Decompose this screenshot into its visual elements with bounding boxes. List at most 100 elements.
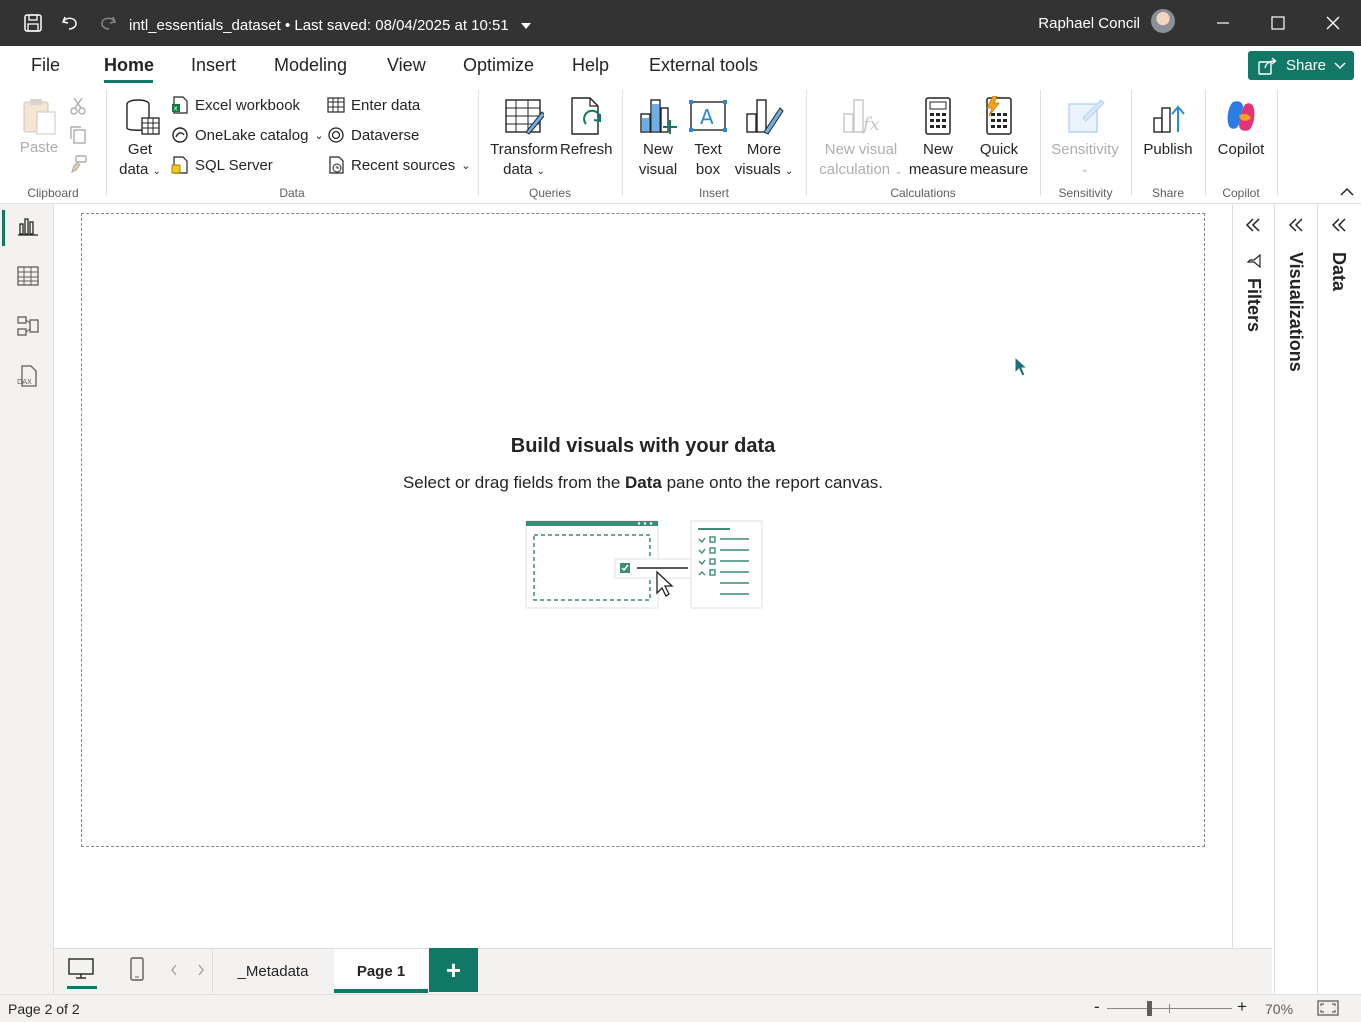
saved-status: • Last saved: 08/04/2025 at 10:51	[284, 17, 509, 34]
share-button[interactable]: Share	[1248, 51, 1354, 80]
quick-measure-button[interactable]: Quick measure	[968, 95, 1030, 180]
get-data-label-1: Get	[127, 141, 153, 158]
save-icon[interactable]	[21, 11, 45, 35]
publish-button[interactable]: Publish	[1140, 96, 1196, 160]
enter-data-button[interactable]: Enter data	[327, 96, 420, 114]
chevron-down-icon: ⌄	[1080, 164, 1090, 175]
fit-to-page-icon[interactable]	[1317, 1000, 1339, 1019]
visual-calculation-icon: fx	[841, 96, 881, 136]
scroll-right-icon[interactable]	[197, 963, 205, 981]
visualizations-pane-collapsed[interactable]: Visualizations	[1274, 204, 1317, 994]
sensitivity-button[interactable]: Sensitivity ⌄	[1048, 96, 1122, 180]
text-box-label-1: Text	[694, 141, 722, 158]
new-visual-calculation-button[interactable]: fx New visual calculation ⌄	[818, 96, 904, 182]
status-bar: Page 2 of 2 - + 70%	[0, 994, 1361, 1022]
visualizations-pane-label: Visualizations	[1286, 252, 1306, 372]
report-view-icon[interactable]	[17, 216, 39, 238]
copilot-button[interactable]: Copilot	[1212, 96, 1270, 160]
group-calculations-label: Calculations	[890, 186, 956, 200]
mobile-layout-icon[interactable]	[128, 956, 146, 987]
text-box-button[interactable]: A Text box	[686, 96, 730, 180]
expand-filters-icon[interactable]	[1245, 218, 1261, 237]
recent-sources-button[interactable]: Recent sources ⌄	[327, 156, 470, 174]
tab-modeling[interactable]: Modeling	[274, 55, 347, 76]
separator	[1131, 90, 1132, 196]
document-title[interactable]: intl_essentials_dataset • Last saved: 08…	[129, 17, 531, 34]
group-share-label: Share	[1151, 186, 1185, 200]
format-painter-icon[interactable]	[68, 154, 88, 179]
refresh-button[interactable]: Refresh	[560, 96, 613, 160]
zoom-in-button[interactable]: +	[1237, 997, 1247, 1017]
undo-icon[interactable]	[58, 11, 82, 35]
group-queries-label: Queries	[528, 186, 572, 200]
copy-icon[interactable]	[68, 125, 88, 150]
group-data-label: Data	[279, 186, 305, 200]
selected-layout-indicator	[67, 986, 97, 989]
more-visuals-button[interactable]: More visuals ⌄	[734, 96, 794, 182]
maximize-icon[interactable]	[1255, 6, 1301, 40]
new-visual-button[interactable]: New visual	[636, 96, 680, 180]
new-measure-button[interactable]: New measure	[906, 96, 970, 180]
filters-pane-collapsed[interactable]: Filters	[1232, 204, 1274, 994]
zoom-level[interactable]: 70%	[1265, 1001, 1293, 1017]
expand-data-icon[interactable]	[1331, 218, 1347, 237]
title-bar: intl_essentials_dataset • Last saved: 08…	[0, 0, 1361, 46]
quick-measure-label-2: measure	[969, 161, 1029, 178]
transform-data-label-1: Transform	[490, 141, 558, 158]
more-visuals-label-2: visuals ⌄	[734, 161, 794, 178]
dataverse-icon	[328, 127, 344, 143]
dataverse-button[interactable]: Dataverse	[327, 126, 419, 144]
cut-icon[interactable]	[68, 96, 88, 121]
desktop-layout-icon[interactable]	[67, 957, 95, 986]
quick-measure-label-1: Quick	[979, 141, 1019, 158]
page-tab-page-1[interactable]: Page 1	[334, 949, 428, 993]
group-sensitivity-label: Sensitivity	[1058, 186, 1113, 200]
recent-sources-label: Recent sources	[351, 156, 456, 174]
model-view-icon[interactable]	[17, 315, 39, 337]
tab-help[interactable]: Help	[572, 55, 609, 76]
svg-text:fx: fx	[861, 114, 880, 135]
svg-text:DAX: DAX	[17, 378, 32, 386]
data-pane-collapsed[interactable]: Data	[1317, 204, 1361, 994]
tab-optimize[interactable]: Optimize	[463, 55, 534, 76]
zoom-out-button[interactable]: -	[1094, 997, 1100, 1017]
expand-visualizations-icon[interactable]	[1288, 218, 1304, 237]
publish-label: Publish	[1143, 141, 1193, 158]
active-page-indicator	[334, 989, 428, 993]
text-box-label-2: box	[695, 161, 721, 178]
separator	[1205, 90, 1206, 196]
close-icon[interactable]	[1310, 6, 1356, 40]
tab-external-tools[interactable]: External tools	[649, 55, 758, 76]
report-canvas[interactable]: Build visuals with your data Select or d…	[81, 213, 1205, 847]
table-view-icon[interactable]	[17, 265, 39, 287]
scroll-left-icon[interactable]	[170, 963, 178, 981]
add-page-button[interactable]: +	[429, 948, 478, 992]
quick-measure-icon	[979, 95, 1019, 136]
paste-button[interactable]: Paste	[18, 96, 60, 158]
sql-server-button[interactable]: SQL Server	[171, 156, 273, 174]
get-data-button[interactable]: Get data ⌄	[116, 96, 164, 182]
collapse-ribbon-icon[interactable]	[1340, 184, 1354, 202]
excel-icon: x	[172, 96, 188, 114]
avatar[interactable]	[1151, 9, 1175, 33]
calculator-icon	[918, 96, 958, 136]
dax-query-view-icon[interactable]: DAX	[17, 365, 39, 387]
empty-canvas-heading: Build visuals with your data	[510, 435, 776, 457]
more-visuals-icon	[744, 96, 784, 136]
zoom-slider-thumb[interactable]	[1147, 1001, 1152, 1016]
zoom-slider-center-tick	[1169, 1004, 1170, 1013]
tab-view[interactable]: View	[387, 55, 426, 76]
tab-home[interactable]: Home	[104, 55, 154, 76]
tab-file[interactable]: File	[31, 55, 60, 76]
get-data-label-2: data ⌄	[119, 161, 161, 178]
separator	[212, 949, 213, 993]
minimize-icon[interactable]	[1200, 6, 1246, 40]
excel-workbook-button[interactable]: x Excel workbook	[171, 96, 300, 114]
redo-icon[interactable]	[96, 11, 120, 35]
new-visual-calculation-label-1: New visual	[824, 141, 898, 158]
page-tab-metadata[interactable]: _Metadata	[214, 949, 332, 993]
tab-insert[interactable]: Insert	[191, 55, 236, 76]
new-measure-label-2: measure	[908, 161, 968, 178]
transform-data-button[interactable]: Transform data ⌄	[488, 96, 560, 182]
onelake-catalog-button[interactable]: OneLake catalog ⌄	[171, 126, 324, 144]
